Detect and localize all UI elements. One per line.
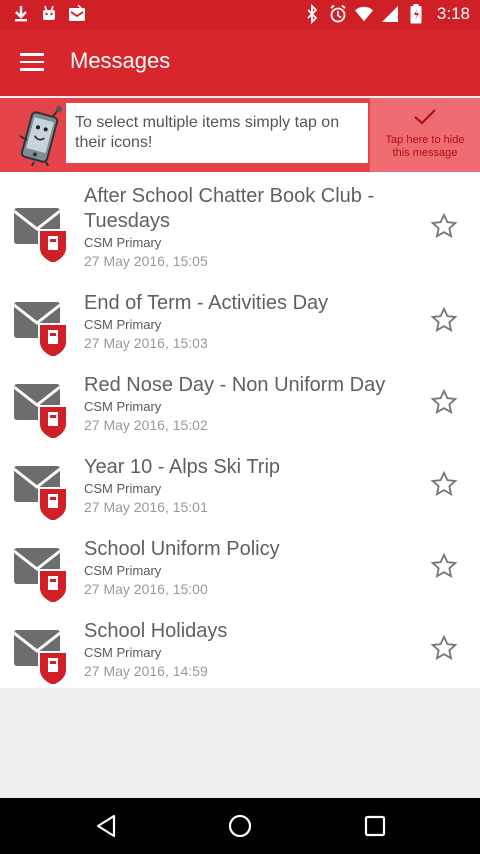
message-item[interactable]: End of Term - Activities Day CSM Primary… (0, 282, 480, 364)
bluetooth-icon (307, 4, 318, 24)
message-title: Year 10 - Alps Ski Trip (84, 456, 281, 478)
message-date: 27 May 2016, 15:00 (84, 581, 208, 597)
message-date: 27 May 2016, 14:59 (84, 663, 208, 679)
clock-time: 3:18 (436, 4, 470, 23)
star-icon[interactable] (430, 634, 458, 662)
hamburger-menu-icon[interactable] (16, 48, 48, 78)
envelope-school-badge-icon[interactable] (12, 202, 70, 262)
alarm-icon (330, 4, 346, 23)
message-date: 27 May 2016, 15:01 (84, 499, 208, 515)
status-bar: 3:18 (0, 0, 480, 30)
message-item[interactable]: Red Nose Day - Non Uniform Day CSM Prima… (0, 364, 480, 446)
mail-notification-icon (69, 4, 85, 21)
message-item[interactable]: School Holidays CSM Primary 27 May 2016,… (0, 610, 480, 688)
phone-mascot-icon (19, 106, 62, 166)
star-icon[interactable] (430, 470, 458, 498)
hint-text: To select multiple items simply tap on t… (66, 103, 368, 163)
multi-select-hint: To select multiple items simply tap on t… (0, 98, 480, 172)
envelope-school-badge-icon[interactable] (12, 624, 70, 684)
download-icon (15, 6, 27, 22)
envelope-school-badge-icon[interactable] (12, 542, 70, 602)
wifi-icon (354, 6, 373, 22)
home-icon[interactable] (226, 812, 254, 840)
signal-icon (381, 6, 398, 22)
message-date: 27 May 2016, 15:05 (84, 253, 208, 269)
battery-icon (410, 4, 422, 24)
message-sender: CSM Primary (84, 481, 162, 496)
message-title: End of Term - Activities Day (84, 292, 329, 314)
message-title: School Uniform Policy (84, 538, 280, 560)
message-list: After School Chatter Book Club - Tuesday… (0, 172, 480, 688)
app-bar: Messages (0, 30, 480, 96)
checkmark-icon (414, 109, 436, 125)
envelope-school-badge-icon[interactable] (12, 296, 70, 356)
message-sender: CSM Primary (84, 399, 162, 414)
android-icon (43, 5, 55, 20)
message-title: Red Nose Day - Non Uniform Day (84, 374, 386, 396)
message-date: 27 May 2016, 15:03 (84, 335, 208, 351)
hide-hint-button[interactable]: Tap here to hide this message (370, 98, 480, 172)
envelope-school-badge-icon[interactable] (12, 378, 70, 438)
envelope-school-badge-icon[interactable] (12, 460, 70, 520)
star-icon[interactable] (430, 552, 458, 580)
message-sender: CSM Primary (84, 235, 162, 250)
message-date: 27 May 2016, 15:02 (84, 417, 208, 433)
message-item[interactable]: After School Chatter Book Club - Tuesday… (0, 172, 480, 282)
hide-hint-label: Tap here to hide this message (385, 134, 465, 159)
star-icon[interactable] (430, 306, 458, 334)
star-icon[interactable] (430, 388, 458, 416)
star-icon[interactable] (430, 212, 458, 240)
message-sender: CSM Primary (84, 645, 162, 660)
message-item[interactable]: Year 10 - Alps Ski Trip CSM Primary 27 M… (0, 446, 480, 528)
message-sender: CSM Primary (84, 563, 162, 578)
message-sender: CSM Primary (84, 317, 162, 332)
message-title: After School Chatter Book Club - Tuesday… (84, 185, 375, 232)
message-item[interactable]: School Uniform Policy CSM Primary 27 May… (0, 528, 480, 610)
page-title: Messages (70, 48, 171, 73)
recents-icon[interactable] (361, 812, 389, 840)
back-icon[interactable] (92, 812, 120, 840)
system-nav-bar (0, 798, 480, 854)
message-title: School Holidays (84, 620, 228, 642)
